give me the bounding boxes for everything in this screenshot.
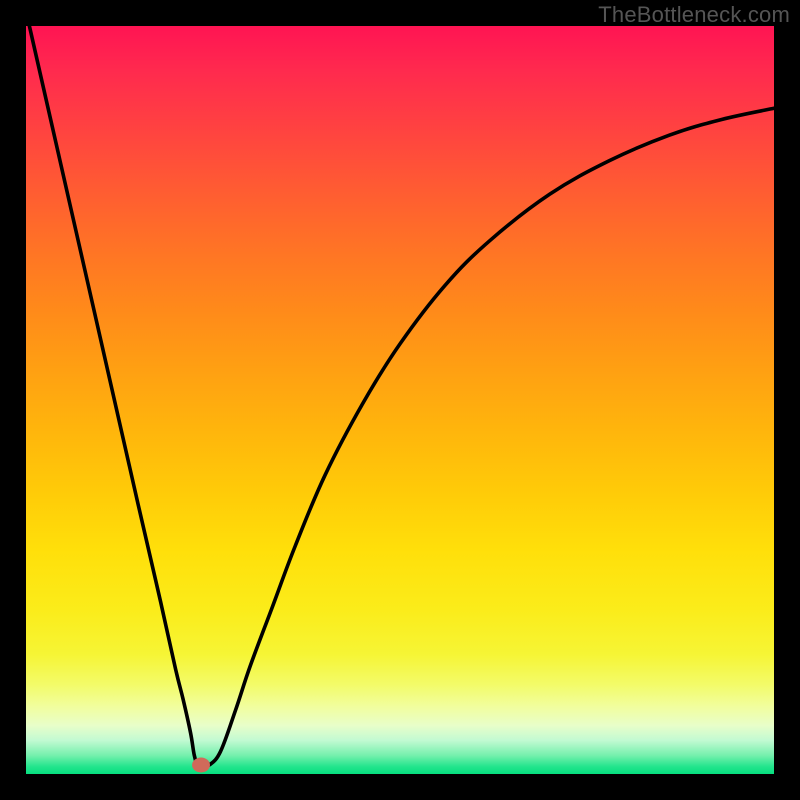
minimum-marker — [192, 758, 210, 773]
watermark-label: TheBottleneck.com — [598, 2, 790, 28]
bottleneck-curve-path — [26, 11, 774, 767]
curve-svg — [26, 26, 774, 774]
plot-area — [26, 26, 774, 774]
chart-frame: TheBottleneck.com — [0, 0, 800, 800]
